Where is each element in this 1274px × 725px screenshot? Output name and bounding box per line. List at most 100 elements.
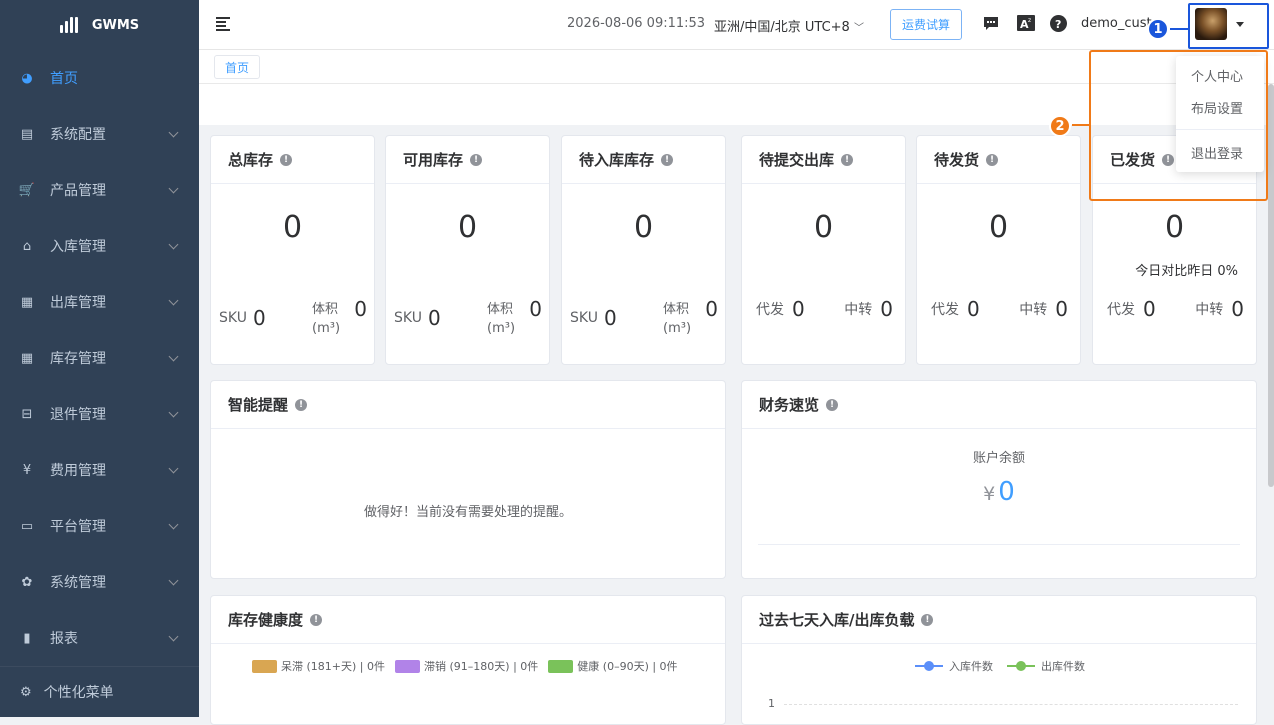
transfer-value: 0 — [880, 297, 893, 321]
sidebar-item-label: 系统配置 — [50, 127, 106, 143]
annotation-badge-1: 1 — [1147, 18, 1169, 40]
sidebar-item-2[interactable]: 🛒 产品管理 — [0, 162, 199, 218]
chart-icon: ▮ — [23, 630, 31, 646]
chevron-down-icon — [168, 295, 179, 306]
transfer-count: 中转 0 — [1195, 297, 1244, 321]
sidebar-item-10[interactable]: ▮ 报表 — [0, 610, 199, 666]
transfer-value: 0 — [1231, 297, 1244, 321]
volume-label-text: 体积 — [312, 302, 339, 317]
volume-unit: (m³) — [487, 321, 516, 336]
sidebar-item-label: 首页 — [50, 71, 78, 87]
sku-count: SKU 0 — [570, 306, 617, 330]
info-icon[interactable]: ! — [986, 153, 999, 166]
platform-icon: ▭ — [20, 518, 34, 534]
health-title: 库存健康度 — [228, 611, 304, 629]
sidebar-item-label: 入库管理 — [50, 239, 106, 255]
stat-compare: 今日对比昨日 0% — [1135, 264, 1238, 279]
sidebar-item-4[interactable]: ▦ 出库管理 — [0, 274, 199, 330]
sidebar-item-8[interactable]: ▭ 平台管理 — [0, 498, 199, 554]
sidebar-item-0[interactable]: ◕ 首页 — [0, 50, 199, 106]
yen-icon: ¥ — [22, 462, 32, 478]
legend-item-inbound[interactable]: 入库件数 — [915, 658, 993, 674]
info-icon[interactable]: ! — [280, 153, 293, 166]
legend-line-icon — [1007, 661, 1035, 671]
tag-home[interactable]: 首页 — [214, 55, 261, 79]
stat-title: 总库存 — [228, 151, 274, 169]
info-icon[interactable]: ! — [310, 613, 323, 626]
table-icon: ▦ — [20, 350, 34, 366]
legend-swatch — [252, 659, 277, 673]
stat-value: 0 — [813, 210, 834, 245]
stat-card: 待入库库存! 0 SKU 0 体积 (m³) 0 — [561, 135, 726, 365]
balance-value: ¥0 — [742, 477, 1256, 507]
legend-item-slow[interactable]: 滞销 (91–180天) | 0件 — [395, 658, 538, 674]
chevron-down-icon — [168, 407, 179, 418]
top-header: 2026-08-06 09:11:53 亚洲/中国/北京 UTC+8 ﹀ 运费试… — [199, 0, 1274, 50]
chevron-down-icon — [168, 575, 179, 586]
transfer-label: 中转 — [1195, 302, 1224, 318]
volume-label-text: 体积 — [487, 302, 514, 317]
dropship-count: 代发 0 — [756, 297, 805, 321]
info-icon[interactable]: ! — [661, 153, 674, 166]
volume-unit: (m³) — [312, 321, 341, 336]
stat-card: 总库存! 0 SKU 0 体积 (m³) 0 — [210, 135, 375, 365]
transfer-count: 中转 0 — [844, 297, 893, 321]
freight-trial-button[interactable]: 运费试算 — [890, 9, 962, 40]
divider — [758, 544, 1240, 545]
current-datetime: 2026-08-06 09:11:53 — [567, 16, 706, 31]
sidebar-item-label: 报表 — [50, 631, 78, 647]
volume-value: 0 — [354, 297, 367, 321]
sidebar-item-3[interactable]: ⌂ 入库管理 — [0, 218, 199, 274]
scrollbar[interactable] — [1268, 84, 1274, 487]
chevron-down-icon — [168, 127, 179, 138]
translate-icon[interactable]: Az — [1017, 14, 1035, 32]
sidebar-item-9[interactable]: ✿ 系统管理 — [0, 554, 199, 610]
personalize-menu-button[interactable]: ⚙ 个性化菜单 — [0, 666, 199, 717]
volume-value: 0 — [705, 297, 718, 321]
chevron-down-icon — [168, 239, 179, 250]
sidebar-item-7[interactable]: ¥ 费用管理 — [0, 442, 199, 498]
sku-label: SKU — [394, 310, 422, 326]
card-title: 待发货! — [917, 136, 1080, 184]
sku-value: 0 — [603, 306, 617, 330]
username[interactable]: demo_customer — [1081, 16, 1156, 31]
app-name: GWMS — [91, 17, 140, 33]
smart-reminder-card: 智能提醒! 做得好！当前没有需要处理的提醒。 — [210, 380, 726, 579]
legend-item-healthy[interactable]: 健康 (0–90天) | 0件 — [548, 658, 678, 674]
transfer-label: 中转 — [1019, 302, 1048, 318]
sidebar-item-5[interactable]: ▦ 库存管理 — [0, 330, 199, 386]
sidebar-item-1[interactable]: ▤ 系统配置 — [0, 106, 199, 162]
help-icon[interactable]: ? — [1049, 14, 1067, 32]
highlight-box-avatar — [1188, 3, 1269, 49]
info-icon[interactable]: ! — [841, 153, 854, 166]
config-icon: ▤ — [20, 126, 34, 142]
annotation-leader — [1170, 28, 1188, 30]
dropship-value: 0 — [967, 297, 980, 321]
volume-label: 体积 (m³) — [663, 300, 691, 338]
sku-label: SKU — [570, 310, 598, 326]
info-icon[interactable]: ! — [295, 398, 308, 411]
legend-item-outbound[interactable]: 出库件数 — [1007, 658, 1085, 674]
svg-text:?: ? — [1055, 18, 1061, 31]
info-icon[interactable]: ! — [826, 398, 839, 411]
personalize-menu-label: 个性化菜单 — [43, 685, 114, 701]
card-title: 智能提醒! — [211, 381, 725, 429]
chevron-down-icon — [168, 463, 179, 474]
settings-icon: ✿ — [21, 574, 33, 590]
logo-icon — [59, 17, 78, 33]
grid-icon: ▦ — [20, 294, 34, 310]
annotation-badge-2: 2 — [1049, 115, 1071, 137]
stat-value: 0 — [282, 210, 303, 245]
card-title: 待入库库存! — [562, 136, 725, 184]
app-logo[interactable]: GWMS — [0, 0, 199, 50]
home-icon: ⌂ — [22, 238, 32, 254]
info-icon[interactable]: ! — [470, 153, 483, 166]
legend-item-stagnant[interactable]: 呆滞 (181+天) | 0件 — [252, 658, 385, 674]
timezone-select[interactable]: 亚洲/中国/北京 UTC+8 ﹀ — [714, 16, 864, 35]
chat-icon[interactable] — [982, 14, 1000, 32]
dropship-label: 代发 — [756, 302, 784, 318]
legend-line-icon — [915, 661, 943, 671]
info-icon[interactable]: ! — [921, 613, 934, 626]
sidebar-item-6[interactable]: ⊟ 退件管理 — [0, 386, 199, 442]
collapse-sidebar-icon[interactable] — [216, 17, 232, 31]
